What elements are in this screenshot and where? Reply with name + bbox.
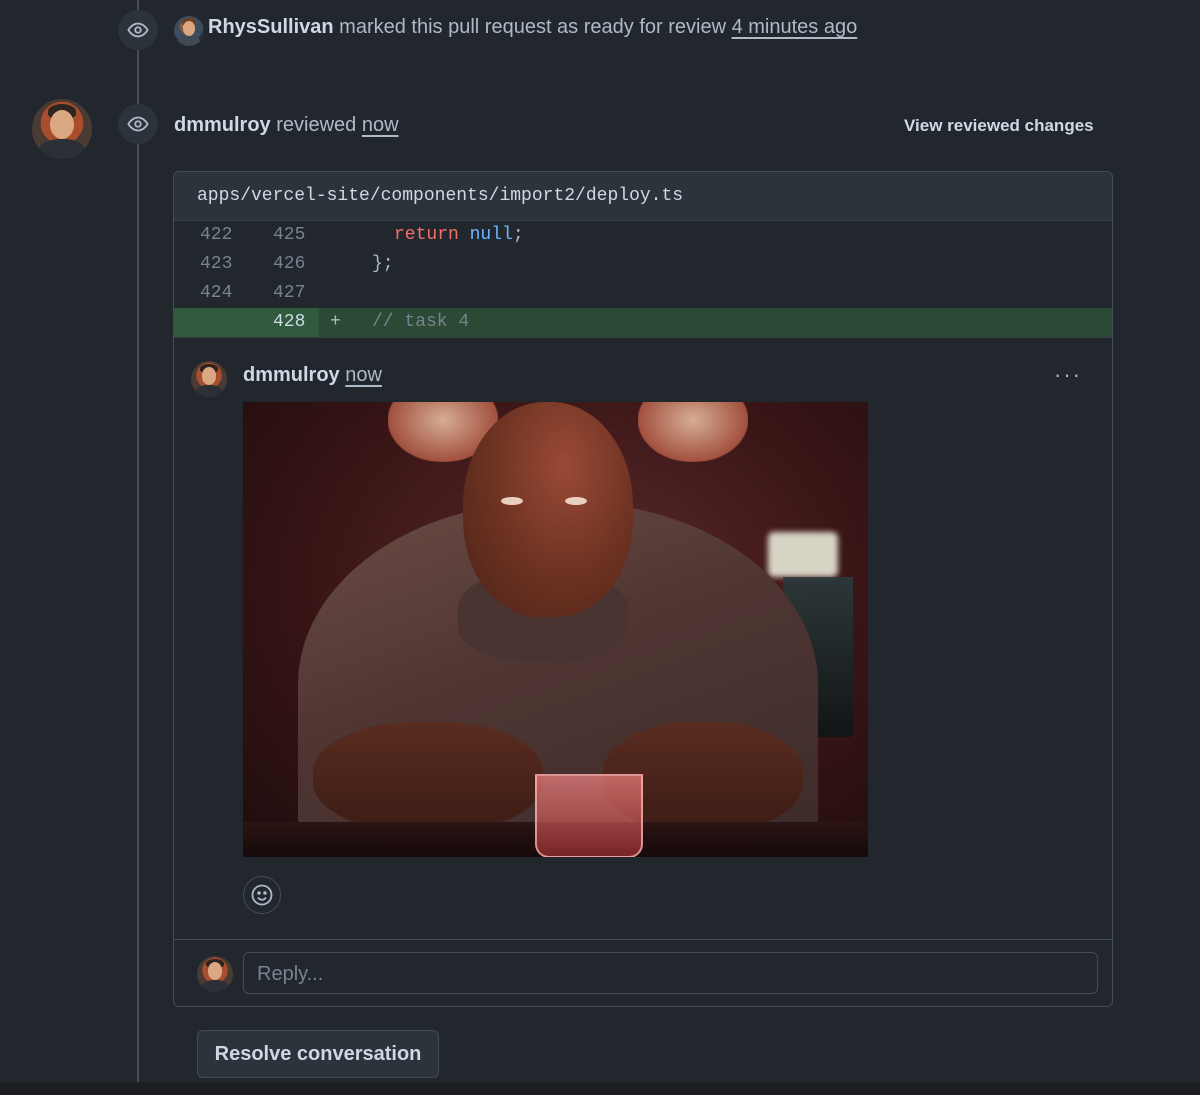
event-action: marked this pull request as ready for re… bbox=[339, 16, 727, 38]
code-literal: null bbox=[469, 225, 513, 245]
review-time[interactable]: now bbox=[362, 114, 399, 136]
comment-author[interactable]: dmmulroy bbox=[243, 364, 340, 386]
ready-for-review-event: RhysSullivan marked this pull request as… bbox=[208, 16, 857, 39]
view-reviewed-changes-link[interactable]: View reviewed changes bbox=[904, 116, 1094, 136]
old-line-number[interactable]: 423 bbox=[200, 250, 232, 279]
old-line-number[interactable]: 422 bbox=[200, 221, 232, 250]
old-line-number[interactable]: 424 bbox=[200, 279, 232, 308]
eye-icon bbox=[118, 10, 158, 50]
event-author[interactable]: RhysSullivan bbox=[208, 16, 334, 38]
reply-avatar bbox=[197, 956, 233, 992]
diff-line: 423 426 }; bbox=[174, 250, 1112, 279]
bottom-edge bbox=[0, 1082, 1200, 1095]
review-action: reviewed bbox=[276, 114, 357, 136]
reply-bar: Reply... bbox=[174, 939, 1112, 1006]
eye-icon bbox=[118, 104, 158, 144]
avatar[interactable] bbox=[174, 16, 204, 46]
code-line: // task 4 bbox=[372, 312, 470, 332]
comment-avatar[interactable] bbox=[191, 361, 227, 397]
review-thread: apps/vercel-site/components/import2/depl… bbox=[173, 171, 1113, 1007]
smiley-icon[interactable] bbox=[243, 876, 281, 914]
code-keyword: return bbox=[394, 225, 459, 245]
comment-header: dmmulroy now bbox=[243, 364, 382, 387]
comment-time[interactable]: now bbox=[345, 364, 382, 386]
timeline-line bbox=[137, 0, 139, 1082]
kebab-horizontal-icon[interactable]: ··· bbox=[1054, 362, 1082, 388]
diff-line: 422 425 return null; bbox=[174, 221, 1112, 250]
diff-line-added: 428 + // task 4 bbox=[174, 308, 1112, 337]
reviewer-avatar[interactable] bbox=[32, 99, 92, 159]
comment-gif-image[interactable] bbox=[243, 402, 868, 857]
review-comment: dmmulroy now ··· bbox=[174, 337, 1112, 940]
code-punct: ; bbox=[512, 225, 524, 245]
reply-input[interactable]: Reply... bbox=[243, 952, 1098, 994]
review-author[interactable]: dmmulroy bbox=[174, 114, 271, 136]
new-line-number[interactable]: 428 bbox=[273, 308, 305, 337]
added-sign: + bbox=[330, 312, 341, 332]
code-line: }; bbox=[372, 254, 394, 274]
event-time[interactable]: 4 minutes ago bbox=[732, 16, 858, 38]
pull-request-timeline: RhysSullivan marked this pull request as… bbox=[0, 0, 1200, 1095]
review-event: dmmulroy reviewed now bbox=[174, 114, 399, 137]
diff-line: 424 427 bbox=[174, 279, 1112, 308]
new-line-number[interactable]: 427 bbox=[273, 279, 305, 308]
file-path[interactable]: apps/vercel-site/components/import2/depl… bbox=[174, 172, 1112, 221]
resolve-conversation-button[interactable]: Resolve conversation bbox=[197, 1030, 439, 1078]
new-line-number[interactable]: 425 bbox=[273, 221, 305, 250]
new-line-number[interactable]: 426 bbox=[273, 250, 305, 279]
code-line: return null; bbox=[394, 221, 524, 250]
